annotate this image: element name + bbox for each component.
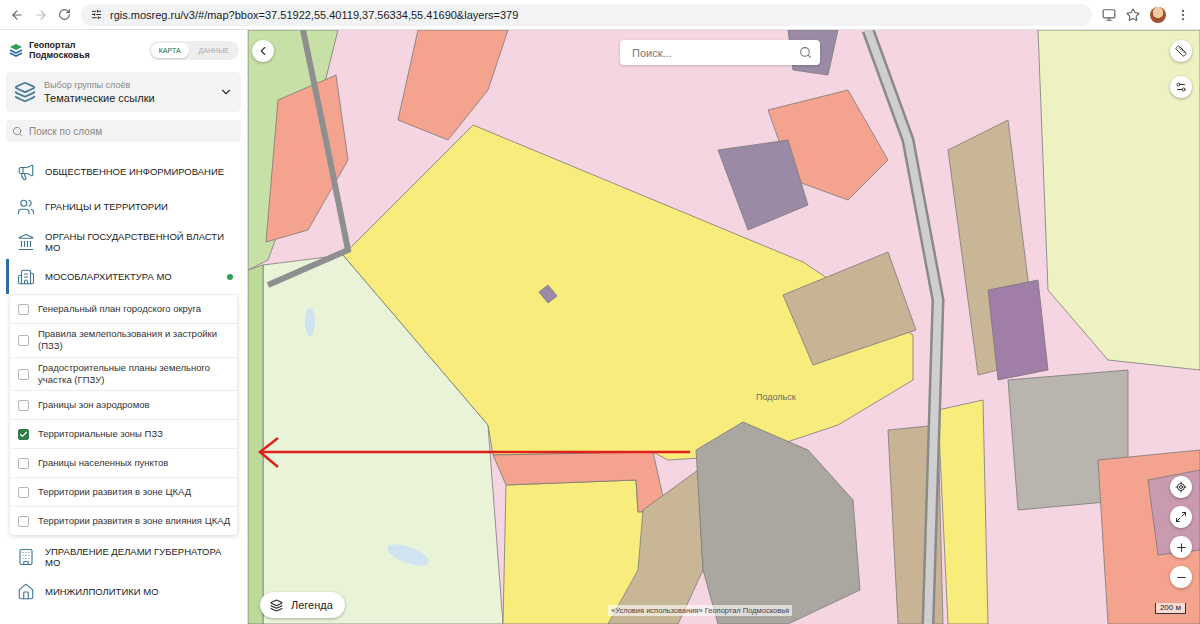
bookmark-icon[interactable] <box>1126 8 1140 22</box>
layer-checkbox[interactable] <box>18 487 29 498</box>
fullscreen-icon <box>1175 511 1187 523</box>
profile-avatar[interactable] <box>1150 7 1166 23</box>
layers-icon <box>270 599 283 612</box>
layer-row[interactable]: Градостроительные планы земельного участ… <box>10 357 237 391</box>
address-bar[interactable]: rgis.mosreg.ru/v3/#/map?bbox=37.51922,55… <box>81 4 1092 26</box>
install-icon[interactable] <box>1102 8 1116 22</box>
zoom-in-button[interactable] <box>1170 536 1192 558</box>
site-info-icon[interactable] <box>91 9 102 20</box>
layer-row[interactable]: Границы населенных пунктов <box>10 448 237 477</box>
settings-button[interactable] <box>1170 76 1192 98</box>
category-icon <box>17 548 35 566</box>
view-toggle-option[interactable]: ДАННЫЕ <box>191 43 237 58</box>
logo-icon <box>8 42 24 58</box>
map-attribution[interactable]: «Условия использования» Геопортал Подмос… <box>608 605 792 616</box>
category-list: ОБЩЕСТВЕННОЕ ИНФОРМИРОВАНИЕГРАНИЦЫ И ТЕР… <box>6 154 241 609</box>
active-layers-dot <box>227 274 233 280</box>
layer-checkbox[interactable] <box>18 458 29 469</box>
chevron-left-icon <box>256 44 270 58</box>
scale-bar: 200 м <box>1155 603 1186 614</box>
category-icon <box>17 583 35 601</box>
category-row[interactable]: МОСОБЛАРХИТЕКТУРА МО <box>6 259 241 294</box>
zoom-out-button[interactable] <box>1170 566 1192 588</box>
layer-search[interactable]: Поиск по слоям <box>6 120 241 142</box>
map[interactable]: Подольск Поиск... Легенда «Условия использо… <box>248 30 1200 624</box>
chevron-down-icon <box>219 85 233 99</box>
sidebar: ГеопорталПодмосковья КАРТАДАННЫЕ Выбор гру… <box>0 30 248 624</box>
url-text: rgis.mosreg.ru/v3/#/map?bbox=37.51922,55… <box>110 9 518 21</box>
map-search[interactable]: Поиск... <box>620 40 820 65</box>
locate-button[interactable] <box>1170 476 1192 498</box>
menu-icon[interactable] <box>1176 8 1190 22</box>
reload-icon[interactable] <box>58 8 71 21</box>
logo[interactable]: ГеопорталПодмосковья <box>8 40 90 61</box>
forward-icon[interactable] <box>34 8 48 22</box>
layer-checkbox[interactable] <box>18 400 29 411</box>
check-icon <box>19 430 28 439</box>
group-select-caption: Выбор группы слоёв <box>44 80 211 90</box>
ruler-icon <box>1175 45 1187 57</box>
category-icon <box>17 163 35 181</box>
measure-button[interactable] <box>1170 40 1192 62</box>
plus-icon <box>1175 541 1188 554</box>
category-icon <box>17 198 35 216</box>
page: rgis.mosreg.ru/v3/#/map?bbox=37.51922,55… <box>0 0 1200 624</box>
category-row[interactable]: УПРАВЛЕНИЕ ДЕЛАМИ ГУБЕРНАТОРА МО <box>6 539 241 574</box>
view-toggle-option[interactable]: КАРТА <box>151 43 189 58</box>
layer-row[interactable]: Генеральный план городского округа <box>10 294 237 323</box>
arrow-annotation <box>262 451 690 454</box>
locate-icon <box>1175 481 1187 493</box>
collapse-sidebar-button[interactable] <box>252 40 274 62</box>
search-icon <box>12 126 23 137</box>
category-row[interactable]: МИНЖИЛПОЛИТИКИ МО <box>6 574 241 609</box>
layer-checkbox[interactable] <box>18 304 29 315</box>
map-canvas[interactable] <box>248 30 1200 624</box>
category-row[interactable]: ГРАНИЦЫ И ТЕРРИТОРИИ <box>6 189 241 224</box>
logo-title: ГеопорталПодмосковья <box>29 40 90 61</box>
search-icon <box>799 46 812 59</box>
layer-row[interactable]: Правила землепользования и застройки (ПЗ… <box>10 323 237 357</box>
layer-row[interactable]: Территории развития в зоне влияния ЦКАД <box>10 506 237 535</box>
minus-icon <box>1175 571 1188 584</box>
settings-icon <box>1175 81 1187 93</box>
category-row[interactable]: ОРГАНЫ ГОСУДАРСТВЕННОЙ ВЛАСТИ МО <box>6 224 241 259</box>
layer-group-select[interactable]: Выбор группы слоёв Тематические ссылки <box>6 72 241 112</box>
layer-row[interactable]: Территориальные зоны ПЗЗ <box>10 419 237 448</box>
layer-checkbox[interactable] <box>18 516 29 527</box>
fullscreen-button[interactable] <box>1170 506 1192 528</box>
layer-checkbox[interactable] <box>18 335 29 346</box>
sidebar-header: ГеопорталПодмосковья КАРТАДАННЫЕ <box>6 36 241 64</box>
app-body: ГеопорталПодмосковья КАРТАДАННЫЕ Выбор гру… <box>0 30 1200 624</box>
layer-checkbox[interactable] <box>18 429 29 440</box>
view-toggle: КАРТАДАННЫЕ <box>149 41 239 60</box>
layer-checkbox[interactable] <box>18 369 29 380</box>
category-icon <box>17 268 35 286</box>
group-select-value: Тематические ссылки <box>44 92 211 104</box>
back-icon[interactable] <box>10 8 24 22</box>
layer-row[interactable]: Территории развития в зоне ЦКАД <box>10 477 237 506</box>
browser-toolbar: rgis.mosreg.ru/v3/#/map?bbox=37.51922,55… <box>0 0 1200 30</box>
category-icon <box>17 233 35 251</box>
layers-icon <box>14 81 36 103</box>
place-label: Подольск <box>756 392 796 402</box>
legend-button[interactable]: Легенда <box>260 592 345 618</box>
layer-row[interactable]: Границы зон аэродромов <box>10 390 237 419</box>
category-row[interactable]: ОБЩЕСТВЕННОЕ ИНФОРМИРОВАНИЕ <box>6 154 241 189</box>
layer-list: Генеральный план городского округаПравил… <box>10 294 237 535</box>
